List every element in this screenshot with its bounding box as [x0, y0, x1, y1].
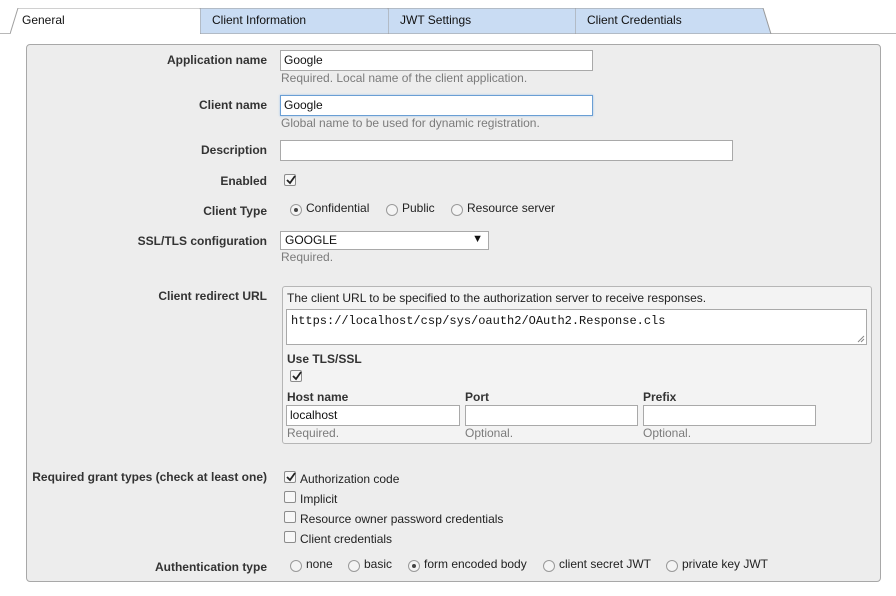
grant-client-credentials-label: Client credentials — [300, 532, 393, 546]
ssl-tls-configuration-select[interactable]: GOOGLE ▼ — [280, 231, 489, 250]
auth-type-client-secret-jwt-radio[interactable] — [543, 560, 555, 572]
description-label: Description — [200, 143, 267, 157]
tab-client-information[interactable]: Client Information — [200, 8, 395, 34]
application-name-hint: Required. Local name of the client appli… — [281, 71, 528, 85]
client-redirect-url-label: Client redirect URL — [158, 289, 267, 303]
client-type-confidential-label: Confidential — [306, 201, 370, 215]
prefix-input[interactable] — [643, 405, 816, 426]
client-name-label: Client name — [198, 98, 267, 112]
grant-authorization-code-label: Authorization code — [300, 472, 400, 486]
use-tls-ssl-checkbox[interactable] — [290, 370, 302, 382]
ssl-tls-configuration-value: GOOGLE — [285, 233, 338, 247]
application-name-label: Application name — [166, 53, 267, 67]
auth-type-basic-label: basic — [364, 557, 393, 571]
client-type-label: Client Type — [203, 204, 267, 218]
enabled-checkbox[interactable] — [284, 174, 296, 186]
host-name-hint: Required. — [287, 426, 340, 440]
ssl-tls-configuration-hint: Required. — [281, 250, 334, 264]
port-input[interactable] — [465, 405, 638, 426]
auth-type-client-secret-jwt-label: client secret JWT — [559, 557, 652, 571]
grant-client-credentials-checkbox[interactable] — [284, 531, 296, 543]
grant-implicit-checkbox[interactable] — [284, 491, 296, 503]
auth-type-basic-radio[interactable] — [348, 560, 360, 572]
resize-grip-icon[interactable] — [857, 335, 865, 343]
tab-label: Client Information — [212, 13, 307, 27]
prefix-hint: Optional. — [643, 426, 692, 440]
application-name-input[interactable]: Google — [280, 50, 593, 71]
tab-bar: General Client Information JWT Settings … — [0, 0, 896, 34]
checkmark-icon — [286, 472, 296, 482]
client-type-public-label: Public — [402, 201, 435, 215]
tab-label: General — [22, 13, 65, 27]
authentication-type-label: Authentication type — [154, 560, 267, 574]
tab-label: JWT Settings — [400, 13, 472, 27]
client-type-public-radio[interactable] — [386, 204, 398, 216]
enabled-label: Enabled — [220, 174, 267, 188]
redirect-url-textarea[interactable]: https://localhost/csp/sys/oauth2/OAuth2.… — [286, 309, 867, 345]
grant-authorization-code-checkbox[interactable] — [284, 471, 296, 483]
use-tls-ssl-label: Use TLS/SSL — [287, 352, 362, 366]
client-type-resource-server-label: Resource server — [467, 201, 556, 215]
grant-resource-owner-password-checkbox[interactable] — [284, 511, 296, 523]
redirect-url-value: https://localhost/csp/sys/oauth2/OAuth2.… — [291, 314, 666, 328]
auth-type-none-radio[interactable] — [290, 560, 302, 572]
port-label: Port — [465, 390, 489, 404]
client-name-input[interactable]: Google — [280, 95, 593, 116]
checkmark-icon — [286, 175, 296, 185]
prefix-label: Prefix — [643, 390, 677, 404]
port-hint: Optional. — [465, 426, 514, 440]
client-type-resource-server-radio[interactable] — [451, 204, 463, 216]
auth-type-form-encoded-body-label: form encoded body — [424, 557, 527, 571]
dropdown-arrow-icon: ▼ — [472, 233, 483, 245]
auth-type-private-key-jwt-radio[interactable] — [666, 560, 678, 572]
ssl-tls-configuration-label: SSL/TLS configuration — [137, 234, 267, 248]
required-grant-types-label: Required grant types (check at least one… — [32, 470, 267, 484]
client-type-confidential-radio[interactable] — [290, 204, 302, 216]
tab-client-credentials[interactable]: Client Credentials — [575, 8, 773, 34]
client-name-hint: Global name to be used for dynamic regis… — [281, 116, 540, 130]
grant-implicit-label: Implicit — [300, 492, 338, 506]
checkmark-icon — [292, 371, 302, 381]
host-name-input[interactable]: localhost — [286, 405, 460, 426]
grant-resource-owner-password-label: Resource owner password credentials — [300, 512, 504, 526]
host-name-label: Host name — [287, 390, 349, 404]
description-input[interactable] — [280, 140, 733, 161]
tab-label: Client Credentials — [587, 13, 682, 27]
redirect-description: The client URL to be specified to the au… — [287, 291, 707, 305]
tab-jwt-settings[interactable]: JWT Settings — [388, 8, 583, 34]
auth-type-private-key-jwt-label: private key JWT — [682, 557, 769, 571]
auth-type-form-encoded-body-radio[interactable] — [408, 560, 420, 572]
auth-type-none-label: none — [306, 557, 333, 571]
tab-general[interactable]: General — [10, 8, 208, 34]
